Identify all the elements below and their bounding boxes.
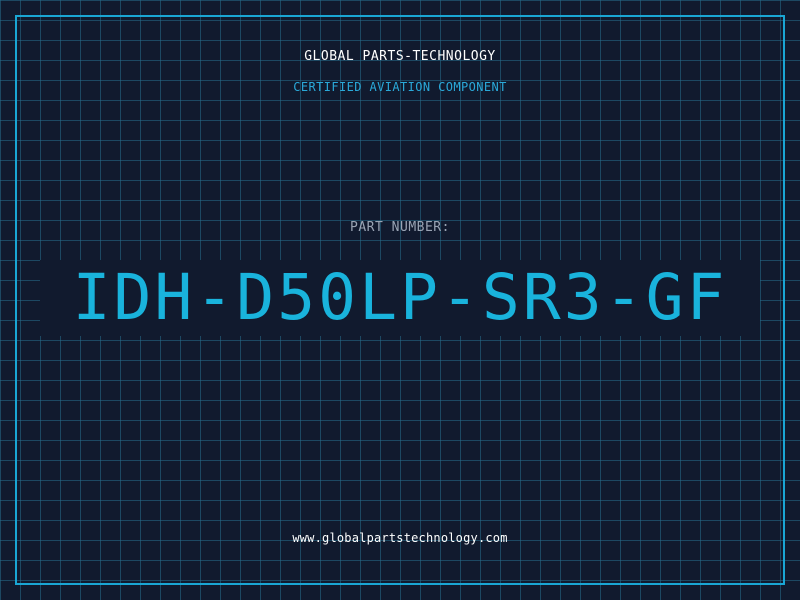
website-url: www.globalpartstechnology.com <box>292 531 508 545</box>
label-card: GLOBAL PARTS-TECHNOLOGY CERTIFIED AVIATI… <box>0 0 800 600</box>
part-number-label: PART NUMBER: <box>350 220 450 235</box>
part-number-value: IDH-D50LP-SR3-GF <box>72 261 728 334</box>
certification-subtitle: CERTIFIED AVIATION COMPONENT <box>293 80 507 94</box>
company-name: GLOBAL PARTS-TECHNOLOGY <box>304 49 496 64</box>
